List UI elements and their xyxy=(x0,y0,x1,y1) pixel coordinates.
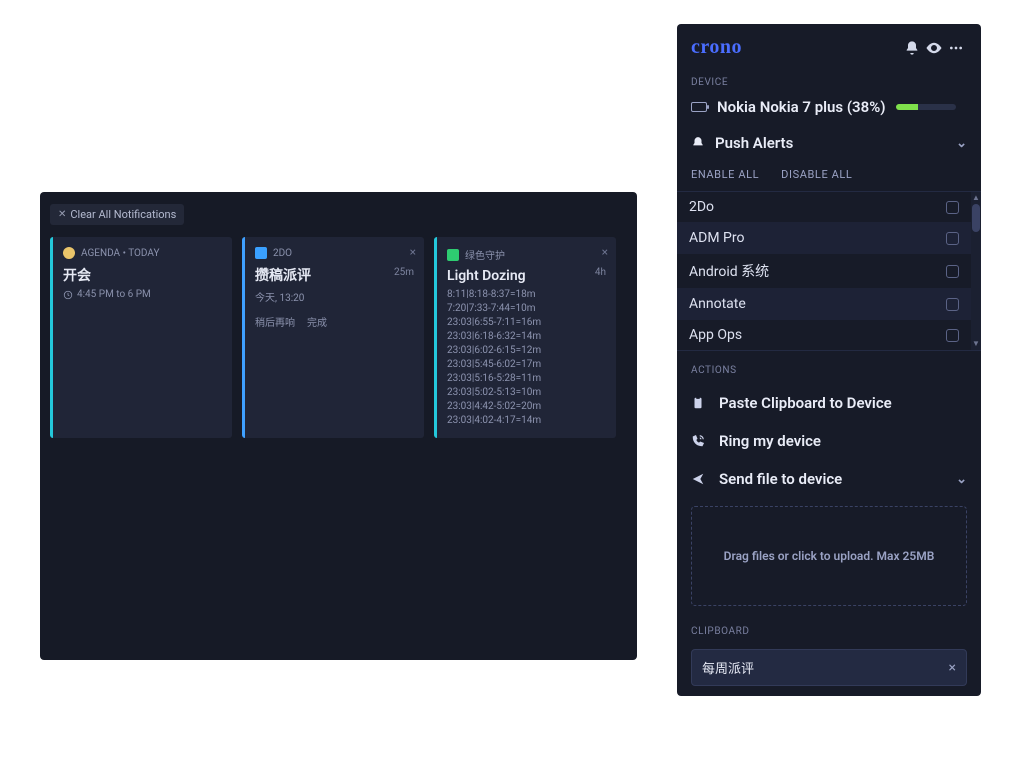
action-label: Ring my device xyxy=(719,432,821,450)
notification-card[interactable]: × 4h 绿色守护 Light Dozing 8:11|8:18-8:37=18… xyxy=(434,237,616,438)
card-age: 4h xyxy=(595,267,606,278)
app-name: Annotate xyxy=(689,296,746,312)
battery-icon xyxy=(691,102,707,112)
app-name: 2Do xyxy=(689,199,714,215)
brand-logo: crono xyxy=(691,36,742,59)
app-checkbox[interactable] xyxy=(946,265,959,278)
app-name: App Ops xyxy=(689,327,742,343)
app-list-item[interactable]: App Ops xyxy=(677,319,971,350)
push-alerts-row[interactable]: Push Alerts ⌄ xyxy=(677,124,981,162)
scroll-down-icon[interactable]: ▼ xyxy=(971,338,981,350)
chevron-down-icon: ⌄ xyxy=(956,136,967,151)
scroll-up-icon[interactable]: ▲ xyxy=(971,192,981,204)
app-list-item[interactable]: 2Do xyxy=(677,192,971,222)
actions-section-label: ACTIONS xyxy=(677,351,981,384)
card-app-name: AGENDA • TODAY xyxy=(81,248,159,259)
app-list-scrollbar[interactable]: ▲ ▼ xyxy=(971,192,981,350)
clipboard-section-label: CLIPBOARD xyxy=(677,620,981,645)
more-icon[interactable] xyxy=(945,37,967,59)
paste-clipboard-action[interactable]: Paste Clipboard to Device xyxy=(677,384,981,422)
action-label: Paste Clipboard to Device xyxy=(719,394,892,412)
battery-bar xyxy=(896,104,956,110)
enable-all-button[interactable]: ENABLE ALL xyxy=(691,168,759,181)
notification-card[interactable]: × 25m 2DO 攒稿派评 今天, 13:20 稍后再响 完成 xyxy=(242,237,424,438)
push-alerts-label: Push Alerts xyxy=(715,134,793,152)
app-checkbox[interactable] xyxy=(946,232,959,245)
app-name: Android 系统 xyxy=(689,261,769,281)
device-name: Nokia Nokia 7 plus (38%) xyxy=(717,98,886,116)
scroll-thumb[interactable] xyxy=(972,204,980,232)
device-row[interactable]: Nokia Nokia 7 plus (38%) xyxy=(677,96,981,124)
send-file-action[interactable]: Send file to device ⌄ xyxy=(677,460,981,498)
card-close-button[interactable]: × xyxy=(410,245,416,259)
app-list-item[interactable]: Android 系统 xyxy=(677,253,971,288)
complete-action[interactable]: 完成 xyxy=(307,314,327,329)
app-checkbox[interactable] xyxy=(946,201,959,214)
bell-icon[interactable] xyxy=(901,37,923,59)
card-title: Light Dozing xyxy=(447,268,606,284)
eye-icon[interactable] xyxy=(923,37,945,59)
card-subtitle: 4:45 PM to 6 PM xyxy=(77,289,151,300)
clipboard-icon xyxy=(691,396,707,410)
app-checkbox[interactable] xyxy=(946,298,959,311)
disable-all-button[interactable]: DISABLE ALL xyxy=(781,168,852,181)
card-subtitle: 今天, 13:20 xyxy=(255,289,304,304)
card-app-name: 绿色守护 xyxy=(465,247,505,262)
clear-all-button[interactable]: ✕ Clear All Notifications xyxy=(50,204,184,225)
notifications-panel: ✕ Clear All Notifications AGENDA • TODAY… xyxy=(40,192,637,660)
agenda-app-icon xyxy=(63,247,75,259)
notification-card[interactable]: AGENDA • TODAY 开会 4:45 PM to 6 PM xyxy=(50,237,232,438)
bell-icon xyxy=(691,136,705,150)
phone-ring-icon xyxy=(691,434,707,448)
card-title: 攒稿派评 xyxy=(255,265,414,285)
ring-device-action[interactable]: Ring my device xyxy=(677,422,981,460)
card-app-name: 2DO xyxy=(273,248,292,259)
clock-icon xyxy=(63,290,73,300)
dropzone-label: Drag files or click to upload. Max 25MB xyxy=(724,549,935,563)
file-dropzone[interactable]: Drag files or click to upload. Max 25MB xyxy=(691,506,967,606)
sidebar-panel: crono DEVICE Nokia Nokia 7 plus (38%) Pu… xyxy=(677,24,981,696)
clear-clipboard-button[interactable]: × xyxy=(949,660,956,676)
app-list-item[interactable]: ADM Pro xyxy=(677,222,971,253)
greenify-app-icon xyxy=(447,249,459,261)
action-label: Send file to device xyxy=(719,470,842,488)
app-list: 2Do ADM Pro Android 系统 Annotate App Ops xyxy=(677,191,981,351)
close-icon: ✕ xyxy=(58,209,66,220)
app-name: ADM Pro xyxy=(689,230,744,246)
todo-app-icon xyxy=(255,247,267,259)
card-close-button[interactable]: × xyxy=(602,245,608,259)
clipboard-input[interactable]: 每周派评 × xyxy=(691,649,967,686)
chevron-down-icon: ⌄ xyxy=(956,472,967,487)
card-age: 25m xyxy=(394,267,414,278)
card-body: 8:11|8:18-8:37=18m 7:20|7:33-7:44=10m 23… xyxy=(447,288,606,428)
clipboard-value: 每周派评 xyxy=(702,658,754,677)
clear-all-label: Clear All Notifications xyxy=(70,208,176,221)
card-title: 开会 xyxy=(63,265,222,285)
send-icon xyxy=(691,472,707,486)
app-list-item[interactable]: Annotate xyxy=(677,288,971,319)
snooze-action[interactable]: 稍后再响 xyxy=(255,314,295,329)
app-checkbox[interactable] xyxy=(946,329,959,342)
device-section-label: DEVICE xyxy=(677,71,981,96)
